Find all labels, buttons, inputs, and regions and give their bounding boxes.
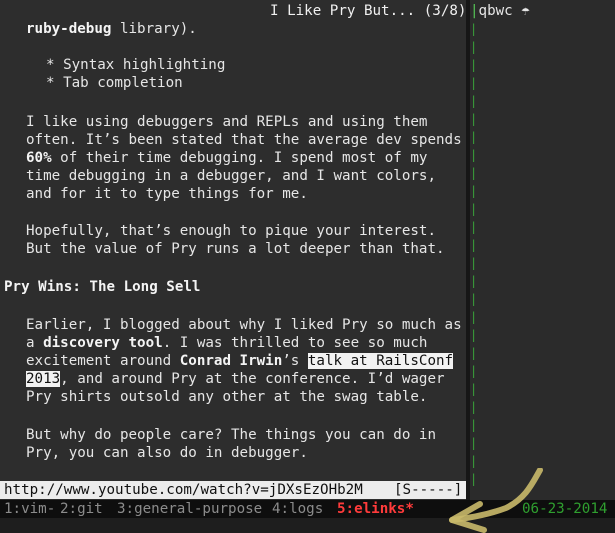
browser-pane: I Like Pry But... (3/8) ruby-debug libra… bbox=[0, 0, 466, 480]
gutter-marker: | bbox=[470, 400, 478, 414]
link-talk-railsconf-year[interactable]: 2013 bbox=[26, 371, 61, 387]
gutter-marker: | bbox=[470, 202, 478, 216]
list-item: * Syntax highlighting bbox=[46, 57, 226, 73]
text-line: Hopefully, that’s enough to pique your i… bbox=[26, 223, 436, 239]
text-line: 60% of their time debugging. I spend mos… bbox=[26, 150, 428, 166]
text-line: a discovery tool. I was thrilled to see … bbox=[26, 335, 428, 351]
text-line: ruby-debug library). bbox=[26, 21, 197, 37]
gutter-marker: | bbox=[470, 130, 478, 144]
text-line: But the value of Pry runs a lot deeper t… bbox=[26, 241, 445, 257]
text-line: time debugging in a debugger, and I want… bbox=[26, 168, 436, 184]
url-bar[interactable]: http://www.youtube.com/watch?v=jDXsEzOHb… bbox=[0, 481, 466, 499]
editor-title: |qbwc ☂ bbox=[470, 3, 530, 19]
text-line: 2013, and around Pry at the conference. … bbox=[26, 371, 445, 387]
window-tab-general-purpose[interactable]: 3:general-purpose bbox=[117, 500, 262, 518]
editor-pane[interactable]: |qbwc ☂ | | | | | | | | | | | | | | | | | | | | | | | | | | bbox=[470, 0, 615, 500]
gutter-marker: | bbox=[470, 22, 478, 36]
text-line: often. It’s been stated that the average… bbox=[26, 132, 462, 148]
gutter-marker: | bbox=[470, 364, 478, 378]
gutter-marker: | bbox=[470, 112, 478, 126]
gutter-marker: | bbox=[470, 166, 478, 180]
gutter-marker: | bbox=[470, 274, 478, 288]
gutter-marker: | bbox=[470, 58, 478, 72]
gutter-marker: | bbox=[470, 382, 478, 396]
url-text[interactable]: http://www.youtube.com/watch?v=jDXsEzOHb… bbox=[4, 481, 363, 499]
gutter-marker: | bbox=[470, 292, 478, 306]
gutter-marker: | bbox=[470, 76, 478, 90]
window-tab-logs[interactable]: 4:logs bbox=[272, 500, 323, 518]
window-tab-elinks[interactable]: 5:elinks* bbox=[337, 500, 414, 518]
gutter-marker: | bbox=[470, 418, 478, 432]
text-line: Earlier, I blogged about why I liked Pry… bbox=[26, 317, 462, 333]
text-line: But why do people care? The things you c… bbox=[26, 427, 436, 443]
gutter-marker: | bbox=[470, 256, 478, 270]
gutter-marker: | bbox=[470, 184, 478, 198]
page-title: I Like Pry But... (3/8) bbox=[270, 3, 466, 19]
section-heading: Pry Wins: The Long Sell bbox=[4, 279, 201, 295]
code-text: ruby-debug bbox=[26, 21, 112, 37]
text-line: and for it to type things for me. bbox=[26, 186, 308, 202]
window-tab-git[interactable]: 2:git bbox=[60, 500, 103, 518]
gutter-marker: | bbox=[470, 328, 478, 342]
text-line: I like using debuggers and REPLs and usi… bbox=[26, 114, 428, 130]
umbrella-icon: ☂ bbox=[521, 3, 530, 19]
text-line: excitement around Conrad Irwin’s talk at… bbox=[26, 353, 454, 369]
gutter-marker: | bbox=[470, 148, 478, 162]
text-line: Pry shirts outsold any other at the swag… bbox=[26, 389, 428, 405]
gutter-marker: | bbox=[470, 310, 478, 324]
gutter-marker: | bbox=[470, 436, 478, 450]
link-conrad-irwin[interactable]: Conrad Irwin bbox=[180, 353, 283, 369]
annotation-arrow-icon bbox=[449, 468, 543, 533]
list-item: * Tab completion bbox=[46, 75, 183, 91]
gutter-marker: | bbox=[470, 94, 478, 108]
window-tab-vim[interactable]: 1:vim- bbox=[4, 500, 55, 518]
link-talk-railsconf[interactable]: talk at RailsConf bbox=[307, 353, 454, 369]
gutter-marker: | bbox=[470, 238, 478, 252]
text-line: Pry, you can also do in debugger. bbox=[26, 445, 308, 461]
gutter-marker: | bbox=[470, 220, 478, 234]
link-discovery-tool[interactable]: discovery tool bbox=[43, 335, 163, 351]
gutter-marker: | bbox=[470, 346, 478, 360]
gutter-marker: | bbox=[470, 40, 478, 54]
